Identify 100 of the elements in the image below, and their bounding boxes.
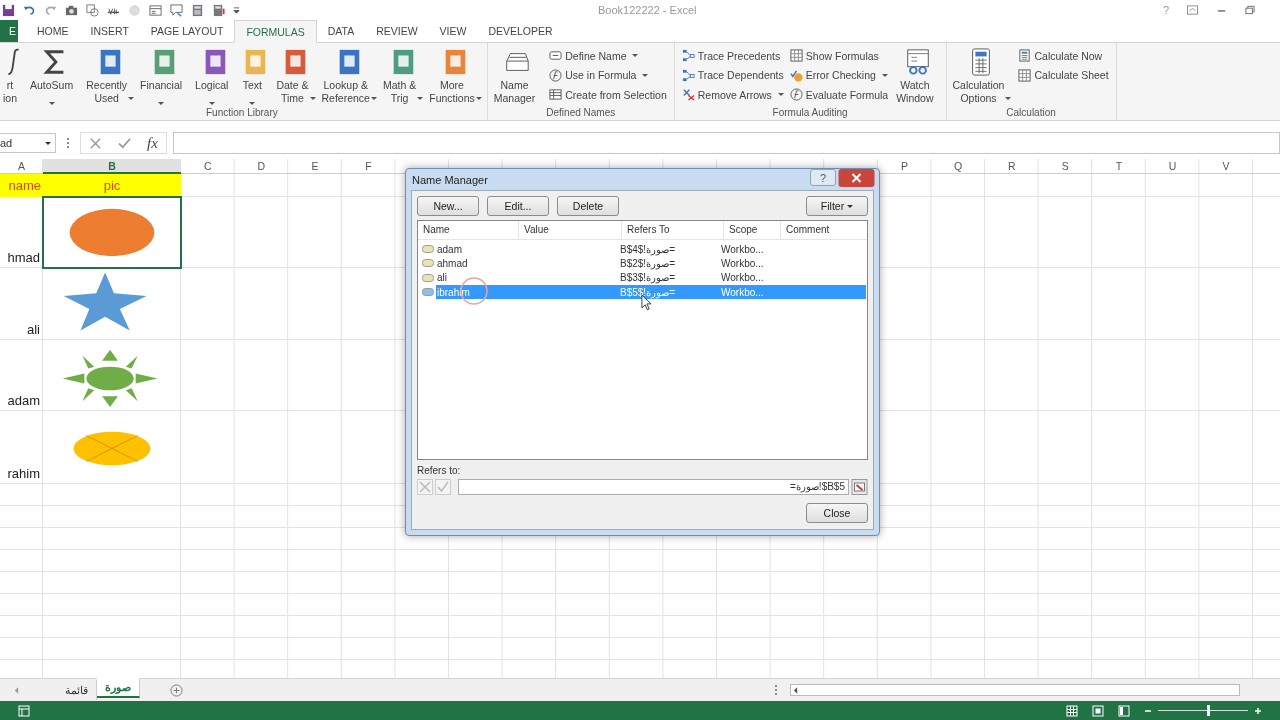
dots-icon[interactable] [66, 137, 70, 149]
ribbon-button[interactable]: Recently Used [83, 45, 137, 107]
ribbon-button[interactable]: Create from Selection [549, 85, 667, 105]
column-header[interactable]: T [1092, 159, 1146, 174]
calculator-icon[interactable] [212, 3, 225, 17]
ribbon-tab[interactable]: DEVELOPER [477, 20, 564, 42]
normal-view-icon[interactable] [1066, 704, 1078, 717]
ribbon-button[interactable]: Date & Time [273, 45, 318, 107]
add-sheet-icon[interactable] [170, 683, 183, 697]
ribbon-tab[interactable]: PAGE LAYOUT [139, 20, 235, 42]
page-layout-icon[interactable] [1092, 704, 1104, 717]
refers-to-field[interactable]: =صورة!$B$5 [458, 478, 849, 495]
ribbon-button[interactable]: Trace Precedents [681, 46, 784, 66]
form-icon[interactable] [149, 3, 162, 17]
camera-icon[interactable] [65, 3, 78, 17]
ribbon-button[interactable]: Define Name [549, 46, 667, 66]
ribbon-button[interactable]: Show Formulas [789, 46, 889, 66]
ribbon-tab[interactable]: VIEW [428, 20, 478, 42]
ribbon-button[interactable]: Calculate Sheet [1018, 65, 1109, 85]
ribbon-tab[interactable]: DATA [316, 20, 366, 42]
check-icon[interactable] [435, 478, 451, 495]
ribbon-button[interactable]: Calculation Options [949, 45, 1014, 107]
close-button[interactable]: Close [806, 503, 868, 523]
ribbon-tab[interactable]: REVIEW [365, 20, 429, 42]
reference-text: =صورة!$B$5 [620, 286, 675, 298]
comment-icon[interactable] [170, 3, 183, 17]
column-header[interactable]: R [984, 159, 1039, 174]
column-header[interactable]: Q [931, 159, 985, 174]
ribbon-button[interactable]: Trace Dependents [681, 65, 784, 85]
ribbon-button[interactable]: Logical [192, 45, 238, 107]
formula-input[interactable] [172, 132, 1280, 154]
customize-icon[interactable] [233, 5, 240, 15]
ribbon-button[interactable]: Lookup & Reference [318, 45, 379, 107]
sheet-tab[interactable]: صورة [97, 678, 140, 698]
ribbon-button[interactable]: Calculate Now [1018, 46, 1109, 66]
column-header[interactable]: P [877, 159, 932, 174]
shapes-icon[interactable] [86, 3, 99, 17]
sheet-tab[interactable]: قائمة [57, 680, 97, 700]
restore-icon[interactable] [1245, 5, 1256, 15]
column-header[interactable]: U [1145, 159, 1200, 174]
cell-selection[interactable] [43, 197, 181, 268]
ribbon-tab[interactable]: HOME [26, 20, 80, 42]
horizontal-scrollbar[interactable] [790, 684, 1240, 696]
warning-icon [789, 68, 803, 82]
column-header[interactable]: D [234, 159, 289, 174]
check-icon[interactable] [118, 136, 131, 150]
ribbon-tab[interactable]: E [0, 20, 18, 42]
ribbon-button[interactable]: More Functions [426, 45, 484, 107]
ribbon-button[interactable]: Watch Window [893, 45, 943, 107]
column-header[interactable]: S [1038, 159, 1093, 174]
flowchart-icon [681, 49, 695, 63]
close-button[interactable] [838, 169, 875, 187]
ribbon-button[interactable]: Text [238, 45, 273, 107]
dialog-button[interactable]: Delete [557, 196, 619, 216]
table-cell-text: hmad [6, 249, 41, 267]
column-header[interactable]: Comment [781, 221, 867, 239]
scope-text: Workbo... [721, 243, 765, 255]
help-button[interactable]: ? [810, 169, 836, 186]
column-header[interactable]: Name [418, 221, 519, 239]
ribbon-tab[interactable]: FORMULAS [234, 20, 317, 43]
dots-icon[interactable] [774, 684, 778, 696]
filter-button[interactable]: Filter [806, 196, 868, 216]
dialog-button[interactable]: Edit... [487, 196, 549, 216]
column-header[interactable]: Refers To [622, 221, 724, 239]
collapse-dialog-icon[interactable] [851, 478, 868, 495]
scroll-left-icon[interactable] [793, 686, 798, 694]
column-header[interactable]: V [1199, 159, 1253, 174]
dialog-button[interactable]: New... [417, 196, 479, 216]
ribbon-button[interactable]: Name Manager [490, 45, 545, 107]
ribbon-button[interactable]: Math & Trig [379, 45, 426, 107]
zoom-slider-thumb[interactable] [1206, 705, 1210, 716]
column-header[interactable]: Value [519, 221, 622, 239]
ribbon-button[interactable]: Evaluate Formula [789, 85, 889, 105]
ribbon-display-icon[interactable] [1187, 5, 1198, 15]
ribbon-button[interactable]: Error Checking [789, 65, 889, 85]
column-header[interactable]: B [43, 159, 181, 174]
cancel-icon[interactable] [89, 136, 102, 150]
column-header[interactable]: A [0, 159, 43, 174]
reference-text: =صورة!$B$3 [620, 272, 675, 284]
ribbon-button[interactable]: Remove Arrows [681, 85, 784, 105]
macro-record-icon[interactable] [18, 704, 30, 717]
ribbon-button[interactable]: AutoSum [27, 45, 83, 107]
insert-function-button[interactable]: fx [147, 134, 158, 152]
group-label: Formula Auditing [771, 107, 849, 120]
name-box[interactable]: ad [0, 133, 56, 153]
scope-text: Workbo... [721, 286, 765, 298]
ribbon-button[interactable]: Use in Formula [549, 65, 667, 85]
page-break-icon[interactable] [1118, 704, 1130, 717]
column-header[interactable]: C [181, 159, 235, 174]
zoom-in-icon[interactable] [1254, 706, 1262, 715]
ribbon-tab[interactable]: INSERT [79, 20, 140, 42]
column-header[interactable]: E [288, 159, 342, 174]
column-header[interactable]: F [341, 159, 396, 174]
tag-icon [422, 273, 434, 282]
ribbon-button[interactable]: Financial [137, 45, 192, 107]
dialog-title: Name Manager [412, 173, 488, 186]
calculator-icon[interactable] [191, 3, 204, 17]
ribbon-button[interactable]: rt ion [0, 45, 26, 107]
column-header[interactable]: Scope [724, 221, 781, 239]
save-icon[interactable] [2, 3, 15, 17]
